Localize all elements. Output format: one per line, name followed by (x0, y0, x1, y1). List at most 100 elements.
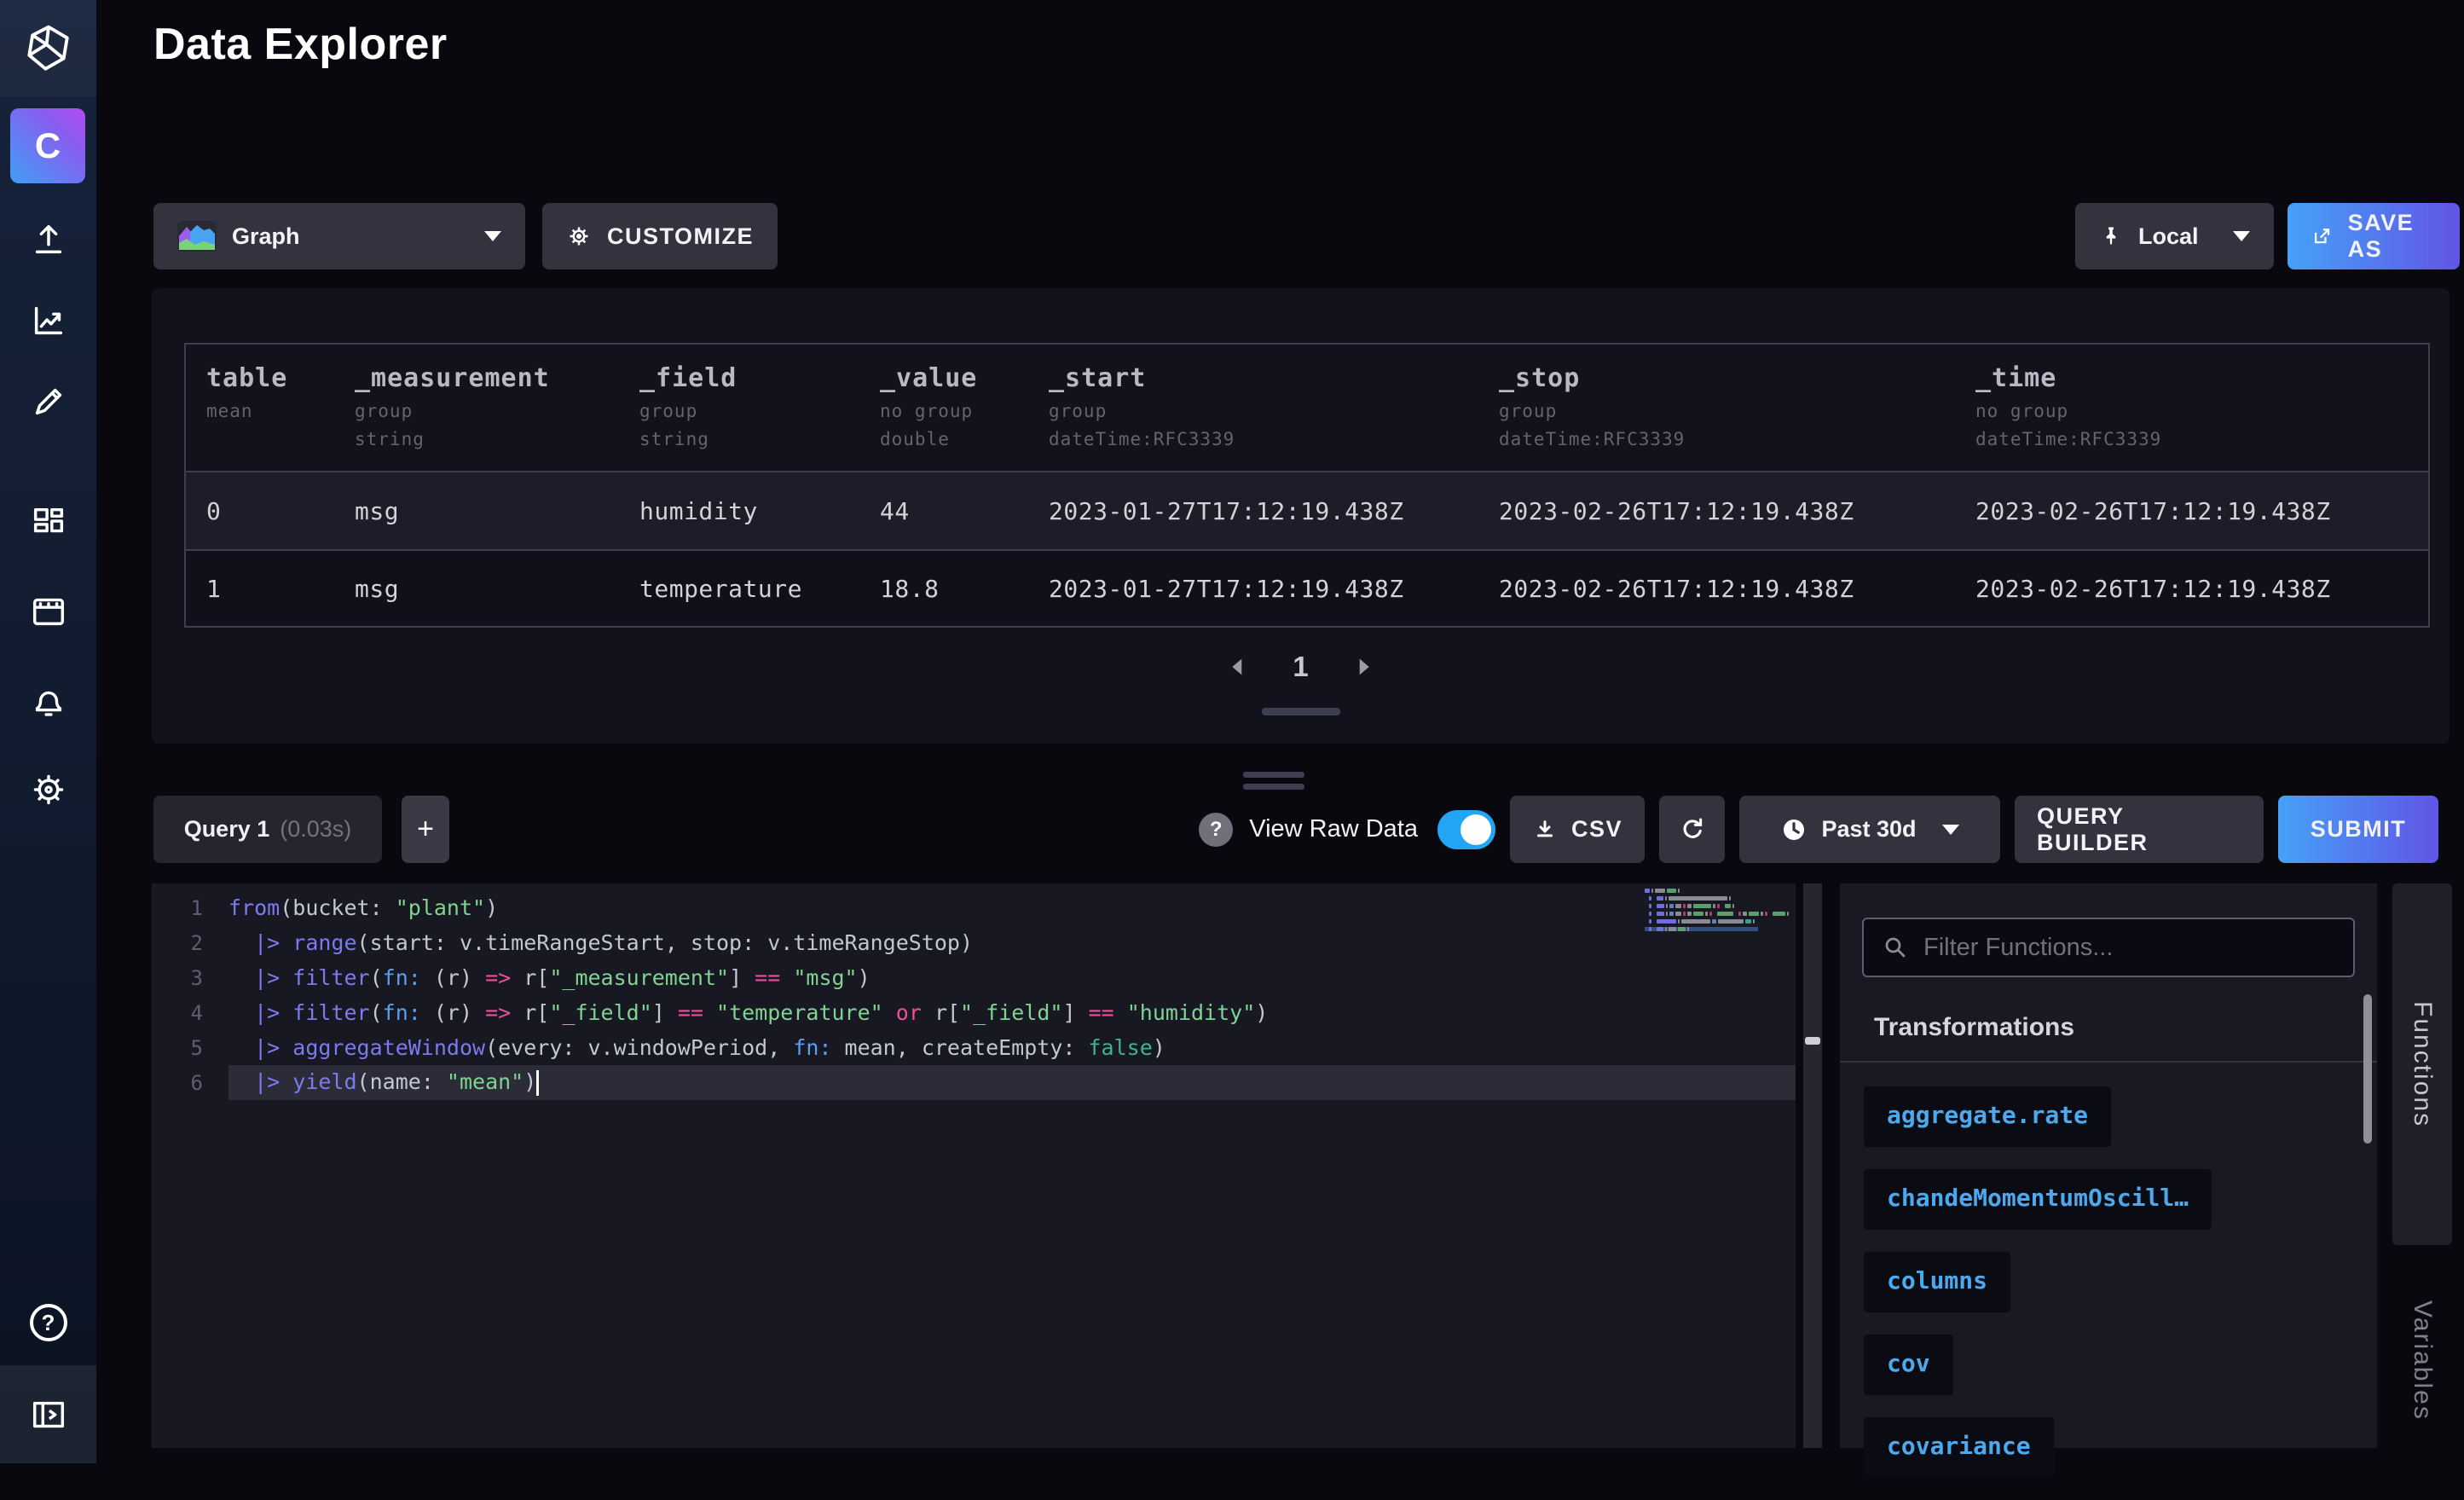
raw-table-body: 0msghumidity442023-01-27T17:12:19.438Z20… (186, 472, 2428, 626)
clock-icon (1780, 816, 1808, 843)
table-cell: temperature (619, 575, 859, 603)
panel-resize-handle[interactable] (1243, 772, 1304, 796)
customize-label: CUSTOMIZE (607, 223, 754, 250)
table-cell: 2023-02-26T17:12:19.438Z (1478, 497, 1955, 525)
calendar-icon[interactable] (0, 592, 96, 631)
area-chart-icon (177, 221, 217, 252)
text-cursor (536, 1070, 539, 1096)
next-page-button[interactable] (1358, 657, 1372, 676)
column-header: _startgroupdateTime:RFC3339 (1028, 345, 1478, 471)
table-cell: msg (334, 497, 619, 525)
influxdb-logo-icon[interactable] (0, 0, 96, 96)
bell-icon[interactable] (0, 682, 96, 721)
pencil-icon[interactable] (0, 382, 96, 421)
table-row[interactable]: 1msgtemperature18.82023-01-27T17:12:19.4… (186, 549, 2428, 626)
page-title: Data Explorer (153, 19, 448, 70)
csv-download-button[interactable]: CSV (1510, 796, 1645, 863)
editor-scrollbar[interactable] (1803, 883, 1822, 1448)
table-cell: 2023-01-27T17:12:19.438Z (1028, 575, 1478, 603)
table-cell: msg (334, 575, 619, 603)
code-line[interactable]: 3 |> filter(fn: (r) => r["_measurement"]… (152, 960, 1796, 995)
table-cell: 2023-01-27T17:12:19.438Z (1028, 497, 1478, 525)
editor-minimap[interactable] (1645, 889, 1758, 935)
code-line[interactable]: 4 |> filter(fn: (r) => r["_field"] == "t… (152, 995, 1796, 1030)
download-icon (1532, 817, 1558, 843)
export-icon (2311, 223, 2333, 249)
add-query-button[interactable]: + (402, 796, 449, 863)
line-number: 3 (152, 966, 228, 990)
line-number: 5 (152, 1036, 228, 1060)
column-header: _stopgroupdateTime:RFC3339 (1478, 345, 1955, 471)
function-list: aggregate.rate chandeMomentumOscill… colum… (1864, 1086, 2212, 1500)
line-number: 2 (152, 931, 228, 955)
main-content: Data Explorer Graph CUSTOMIZE Local SAVE… (96, 0, 2464, 1463)
function-item[interactable]: cov (1864, 1335, 1953, 1395)
code-line[interactable]: 2 |> range(start: v.timeRangeStart, stop… (152, 925, 1796, 960)
view-raw-data-toggle[interactable] (1437, 810, 1495, 849)
tab-variables[interactable]: Variables (2392, 1271, 2452, 1450)
function-item[interactable]: columns (1864, 1252, 2010, 1312)
raw-data-panel: tablemean_measurementgroupstring_fieldgr… (152, 288, 2450, 744)
function-item[interactable]: chandeMomentumOscill… (1864, 1169, 2212, 1230)
help-icon[interactable]: ? (0, 1304, 96, 1341)
raw-table-header: tablemean_measurementgroupstring_fieldgr… (186, 345, 2428, 472)
function-search-input[interactable] (1923, 934, 2334, 962)
customize-button[interactable]: CUSTOMIZE (542, 203, 778, 269)
boards-icon[interactable] (0, 503, 96, 542)
save-as-label: SAVE AS (2348, 210, 2436, 263)
editor-scrollbar-thumb[interactable] (1805, 1037, 1820, 1045)
function-category-label: Transformations (1874, 1013, 2074, 1042)
code-lines: 1from(bucket: "plant")2 |> range(start: … (152, 890, 1796, 1100)
upload-icon[interactable] (0, 220, 96, 259)
column-header: _valueno groupdouble (859, 345, 1028, 471)
query-tab[interactable]: Query 1 (0.03s) (153, 796, 382, 863)
table-cell: 1 (186, 575, 334, 603)
table-cell: 2023-02-26T17:12:19.438Z (1955, 497, 2428, 525)
line-number: 6 (152, 1071, 228, 1095)
function-item[interactable]: aggregate.rate (1864, 1086, 2111, 1147)
prev-page-button[interactable] (1229, 657, 1243, 676)
table-cell: humidity (619, 497, 859, 525)
function-search[interactable] (1862, 918, 2355, 977)
column-header: tablemean (186, 345, 334, 471)
gear-icon[interactable] (0, 770, 96, 809)
flux-editor[interactable]: 1from(bucket: "plant")2 |> range(start: … (152, 883, 1796, 1448)
chevron-down-icon (484, 231, 501, 241)
column-header: _fieldgroupstring (619, 345, 859, 471)
code-line[interactable]: 1from(bucket: "plant") (152, 890, 1796, 925)
time-range-dropdown[interactable]: Past 30d (1739, 796, 2000, 863)
submit-button[interactable]: SUBMIT (2278, 796, 2438, 863)
query-tab-label: Query 1 (184, 816, 270, 843)
scope-label: Local (2138, 223, 2199, 250)
column-header: _measurementgroupstring (334, 345, 619, 471)
table-row[interactable]: 0msghumidity442023-01-27T17:12:19.438Z20… (186, 472, 2428, 549)
graph-icon[interactable] (0, 301, 96, 340)
chevron-down-icon (2233, 231, 2250, 241)
save-as-button[interactable]: SAVE AS (2288, 203, 2460, 269)
line-number: 4 (152, 1001, 228, 1025)
time-range-label: Past 30d (1821, 816, 1916, 843)
line-number: 1 (152, 896, 228, 920)
tab-functions[interactable]: Functions (2392, 883, 2452, 1245)
view-type-label: Graph (232, 223, 300, 250)
expand-sidebar-icon[interactable] (0, 1365, 96, 1463)
sidebar: C ? (0, 0, 96, 1463)
code-line[interactable]: 6 |> yield(name: "mean") (152, 1065, 1796, 1100)
avatar[interactable]: C (10, 108, 85, 183)
query-builder-button[interactable]: QUERY BUILDER (2015, 796, 2264, 863)
view-type-dropdown[interactable]: Graph (153, 203, 525, 269)
divider (1840, 1061, 2377, 1063)
function-item[interactable]: covariance (1864, 1417, 2054, 1478)
scope-dropdown[interactable]: Local (2075, 203, 2274, 269)
raw-data-help-icon[interactable]: ? (1199, 813, 1233, 847)
code-line[interactable]: 5 |> aggregateWindow(every: v.windowPeri… (152, 1030, 1796, 1065)
table-cell: 18.8 (859, 575, 1028, 603)
query-toolbar-right: ? View Raw Data CSV Past 30d QUERY BUILD… (1199, 796, 2438, 863)
table-cell: 0 (186, 497, 334, 525)
search-icon (1883, 935, 1908, 960)
functions-panel: Transformations aggregate.rate chandeMome… (1840, 883, 2377, 1448)
refresh-button[interactable] (1659, 796, 1725, 863)
page-number: 1 (1293, 651, 1308, 683)
view-raw-data-label: View Raw Data (1249, 815, 1418, 843)
functions-scrollbar-thumb[interactable] (2363, 994, 2372, 1144)
